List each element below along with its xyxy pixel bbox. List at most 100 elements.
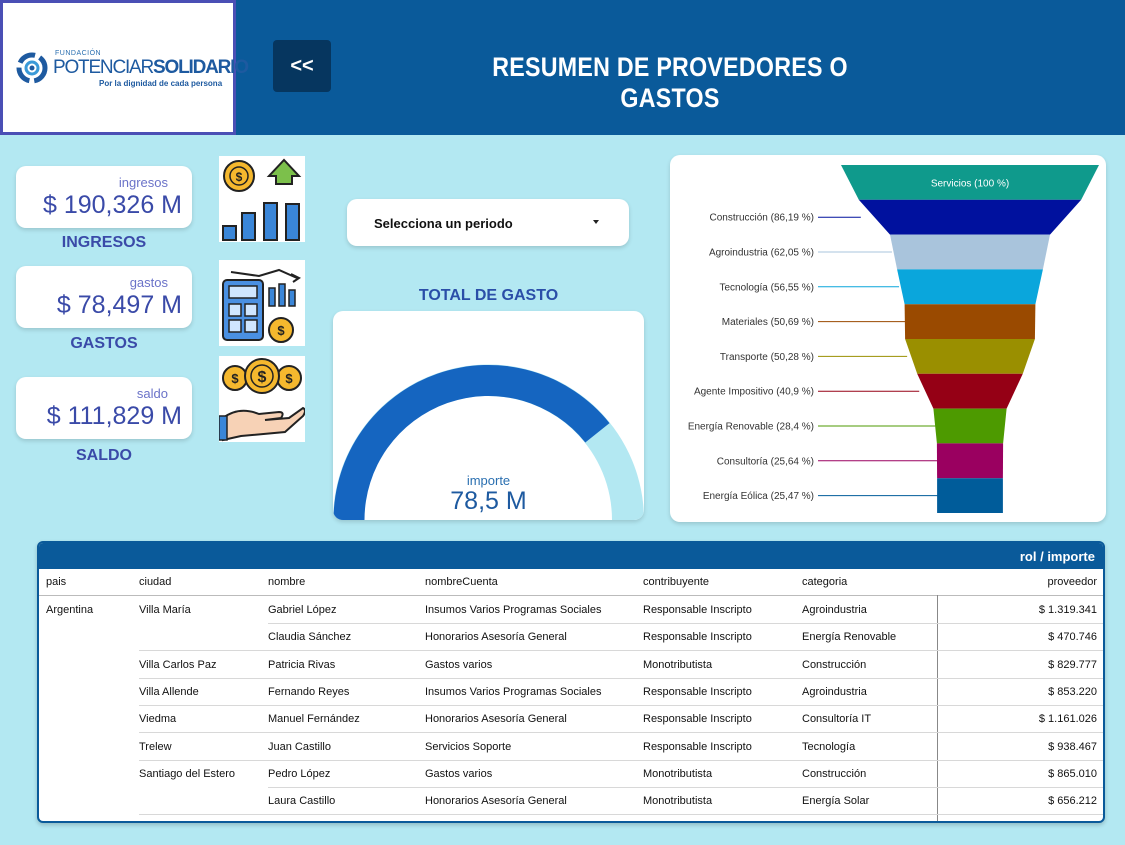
cell-cuenta: Honorarios Asesoría General xyxy=(425,713,567,726)
cell-contrib: Monotributista xyxy=(643,795,713,808)
table-row[interactable]: Laura Castillo Honorarios Asesoría Genera… xyxy=(39,787,1103,814)
cell-contrib: Responsable Inscripto xyxy=(643,685,752,698)
kpi-value: $ 78,497 M xyxy=(56,291,182,319)
cell-contrib: Responsable Inscripto xyxy=(643,631,752,644)
logo-tagline: Por la dignidad de cada persona xyxy=(99,79,223,88)
cell-ciudad: Viedma xyxy=(139,713,177,726)
cell-nombre: Fernando Reyes xyxy=(268,685,350,698)
funnel-label: Construcción (86,19 %) xyxy=(710,213,815,224)
cell-ciudad: Villa María xyxy=(139,604,191,616)
table-row[interactable]: Villa Carlos Paz Patricia Rivas Gastos var… xyxy=(39,651,1103,678)
funnel-segment[interactable] xyxy=(905,339,1035,374)
cell-cuenta: Insumos Varios Programas Sociales xyxy=(425,685,602,698)
funnel-segment[interactable] xyxy=(904,304,1036,339)
cell-nombre: Manuel Fernández xyxy=(268,713,360,726)
expense-calculator-icon: $ xyxy=(219,260,305,346)
table-row[interactable]: Trelew Juan Castillo Servicios Soporte Resp… xyxy=(39,733,1103,760)
kpi-value: $ 111,829 M xyxy=(46,402,182,430)
back-button[interactable]: << xyxy=(273,40,331,92)
cell-importe: $ 865.010 xyxy=(1048,767,1097,780)
logo-name: POTENCIARSOLIDARIO xyxy=(53,57,249,79)
cell-cuenta: Honorarios Asesoría General xyxy=(425,631,567,644)
cell-contrib: Responsable Inscripto xyxy=(643,740,752,753)
funnel-segment[interactable] xyxy=(890,234,1050,270)
cell-importe: $ 1.161.026 xyxy=(1038,713,1097,726)
funnel-chart: Servicios (100 %) Construcción (86,19 %) A… xyxy=(688,165,1099,513)
cell-categoria: Energía Solar xyxy=(802,795,870,808)
funnel-segment[interactable] xyxy=(858,199,1082,235)
kpi-card-ingresos: ingresos $ 190,326 M xyxy=(16,166,192,228)
logo-fund-text: FUNDACIÓN xyxy=(55,50,102,57)
cell-importe: $ 853.220 xyxy=(1048,685,1097,698)
col-header-nombre[interactable]: nombre xyxy=(268,576,305,588)
cell-importe: $ 656.212 xyxy=(1048,795,1097,808)
gauge-value: 78,5 M xyxy=(450,487,527,515)
cell-contrib: Monotributista xyxy=(643,767,713,780)
period-select-label: Selecciona un periodo xyxy=(374,216,513,231)
cell-nombre: Gabriel López xyxy=(268,604,337,616)
cell-categoria: Construcción xyxy=(802,658,867,671)
col-header-categoria[interactable]: categoria xyxy=(802,576,847,588)
cell-importe: $ 1.319.341 xyxy=(1038,604,1097,616)
cell-importe: $ 938.467 xyxy=(1048,740,1097,753)
period-select[interactable]: Selecciona un periodo xyxy=(347,199,629,246)
kpi-value: $ 190,326 M xyxy=(43,191,182,219)
cell-categoria: Agroindustria xyxy=(802,685,867,698)
cell-categoria: Energía Renovable xyxy=(802,631,897,644)
table-row[interactable]: Viedma Manuel Fernández Honorarios Asesorí… xyxy=(39,705,1103,732)
chevron-down-icon xyxy=(593,220,599,224)
gauge-card: importe 78,5 M xyxy=(333,311,644,520)
funnel-label: Tecnología (56,55 %) xyxy=(719,282,814,293)
cell-ciudad: Trelew xyxy=(139,740,172,753)
funnel-label: Consultoría (25,64 %) xyxy=(717,456,814,467)
cell-importe: $ 470.746 xyxy=(1048,631,1097,644)
cell-importe: $ 829.777 xyxy=(1048,658,1097,671)
funnel-segment[interactable] xyxy=(933,408,1007,444)
cell-ciudad: Villa Allende xyxy=(139,685,199,698)
col-header-proveedor[interactable]: proveedor xyxy=(1047,576,1097,588)
cell-cuenta: Honorarios Asesoría General xyxy=(425,795,567,808)
logo-mark-icon xyxy=(16,52,48,84)
table-header-bar: rol / importe xyxy=(39,543,1103,569)
cell-nombre: Pedro López xyxy=(268,767,331,780)
table-row[interactable]: Santiago del Estero Pedro López Gastos var… xyxy=(39,760,1103,787)
col-header-nombre-cuenta[interactable]: nombreCuenta xyxy=(425,576,498,588)
funnel-label: Transporte (50,28 %) xyxy=(720,352,814,363)
kpi-label-ingresos: INGRESOS xyxy=(61,234,147,251)
col-header-contribuyente[interactable]: contribuyente xyxy=(643,576,709,588)
funnel-segment[interactable] xyxy=(917,373,1023,409)
cell-nombre: Claudia Sánchez xyxy=(268,631,352,644)
cell-nombre: Patricia Rivas xyxy=(268,658,336,671)
funnel-label: Servicios (100 %) xyxy=(931,178,1009,189)
funnel-segment[interactable] xyxy=(897,269,1043,305)
svg-text:$: $ xyxy=(277,323,285,338)
gauge-label: importe xyxy=(466,473,511,488)
table-header-row: pais ciudad nombre nombreCuenta contribu… xyxy=(39,569,1103,596)
logo-name-part1: POTENCIAR xyxy=(53,57,154,78)
kpi-card-gastos: gastos $ 78,497 M xyxy=(16,266,192,328)
table-row[interactable]: Argentina Villa María Gabriel López Insumos… xyxy=(39,596,1103,623)
page-title: RESUMEN DE PROVEDORES O GASTOS xyxy=(492,52,848,113)
svg-text:$: $ xyxy=(236,170,243,184)
kpi-card-saldo: saldo $ 111,829 M xyxy=(16,377,192,439)
cell-categoria: Consultoría IT xyxy=(802,713,872,726)
cell-ciudad: Santiago del Estero xyxy=(139,767,236,780)
cell-ciudad: Villa Carlos Paz xyxy=(139,658,217,671)
cell-contrib: Responsable Inscripto xyxy=(643,604,752,616)
gauge-title: TOTAL DE GASTO xyxy=(418,287,559,304)
funnel-label: Energía Eólica (25,47 %) xyxy=(703,491,814,502)
cell-nombre: Laura Castillo xyxy=(268,795,336,808)
funnel-segment[interactable] xyxy=(936,443,1004,479)
cell-cuenta: Gastos varios xyxy=(425,658,493,671)
row-divider xyxy=(139,814,1103,816)
funnel-segment[interactable] xyxy=(937,478,1003,513)
col-header-ciudad[interactable]: ciudad xyxy=(139,576,171,588)
header-bar: FUNDACIÓN POTENCIARSOLIDARIO Por la dign… xyxy=(0,0,1125,135)
col-header-pais[interactable]: pais xyxy=(46,576,66,588)
table-row[interactable]: Claudia Sánchez Honorarios Asesoría Gener… xyxy=(39,623,1103,650)
cell-contrib: Responsable Inscripto xyxy=(643,713,752,726)
kpi-label-saldo: SALDO xyxy=(76,447,132,464)
table-row[interactable]: Villa Allende Fernando Reyes Insumos Vario… xyxy=(39,678,1103,705)
logo: FUNDACIÓN POTENCIARSOLIDARIO Por la dign… xyxy=(0,0,249,135)
cell-categoria: Agroindustria xyxy=(802,604,867,616)
